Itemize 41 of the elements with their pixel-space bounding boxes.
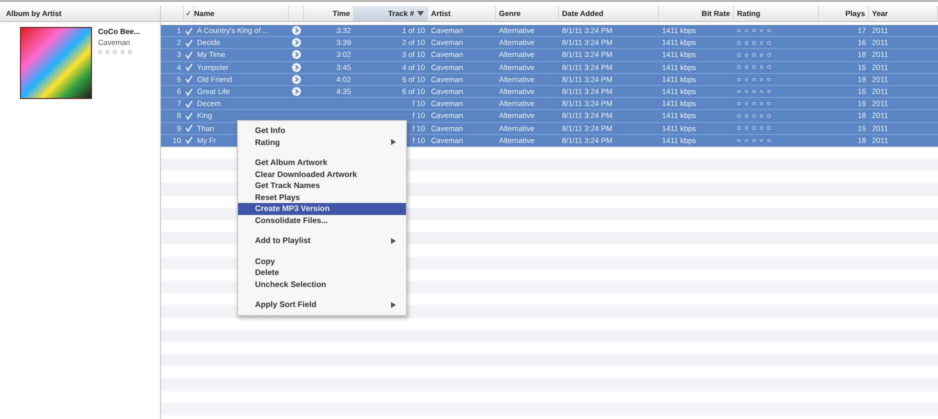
star-rating[interactable] xyxy=(737,112,770,119)
star-rating[interactable] xyxy=(737,100,770,107)
checkmark-icon[interactable] xyxy=(185,124,193,132)
menu-item[interactable]: Clear Downloaded Artwork xyxy=(238,168,406,180)
menu-item[interactable]: Uncheck Selection xyxy=(238,278,406,290)
menu-item[interactable]: Get Album Artwork xyxy=(238,157,406,168)
star-rating[interactable] xyxy=(737,137,770,144)
menu-item[interactable]: Get Info xyxy=(238,125,406,136)
menu-item[interactable]: Reset Plays xyxy=(238,192,406,203)
arrow-circle-icon[interactable] xyxy=(292,26,301,36)
star-rating[interactable] xyxy=(737,40,770,46)
menu-item[interactable]: Rating xyxy=(238,136,406,148)
star-rating[interactable] xyxy=(737,52,770,58)
album-artwork[interactable] xyxy=(20,27,92,99)
sort-arrow-icon xyxy=(417,11,424,16)
checkmark-icon[interactable] xyxy=(185,100,193,108)
star-rating[interactable] xyxy=(737,88,770,95)
checkmark-icon[interactable] xyxy=(185,26,193,35)
star-rating[interactable] xyxy=(737,28,770,34)
checkmark-icon[interactable] xyxy=(185,75,193,84)
checkmark-icon[interactable] xyxy=(185,112,193,120)
menu-item[interactable]: Create MP3 Version xyxy=(238,203,406,214)
checkmark-icon[interactable] xyxy=(185,63,193,72)
menu-item[interactable]: Copy xyxy=(238,256,406,267)
menu-item[interactable]: Apply Sort Field xyxy=(238,299,406,310)
menu-item[interactable]: Add to Playlist xyxy=(238,235,406,246)
arrow-circle-icon[interactable] xyxy=(292,74,301,84)
menu-item[interactable]: Consolidate Files... xyxy=(238,214,406,226)
arrow-circle-icon[interactable] xyxy=(292,50,301,60)
star-rating[interactable] xyxy=(737,64,770,70)
menu-item[interactable]: Get Track Names xyxy=(238,180,406,192)
arrow-circle-icon[interactable] xyxy=(292,87,301,96)
checkmark-icon[interactable] xyxy=(185,50,193,59)
star-rating[interactable] xyxy=(737,76,770,82)
checkmark-icon[interactable] xyxy=(185,136,193,144)
arrow-circle-icon[interactable] xyxy=(292,38,301,48)
checkmark-icon[interactable] xyxy=(185,38,193,47)
arrow-circle-icon[interactable] xyxy=(292,62,301,72)
star-rating[interactable] xyxy=(737,125,770,132)
checkmark-icon[interactable] xyxy=(185,88,193,96)
menu-item[interactable]: Delete xyxy=(238,267,406,278)
